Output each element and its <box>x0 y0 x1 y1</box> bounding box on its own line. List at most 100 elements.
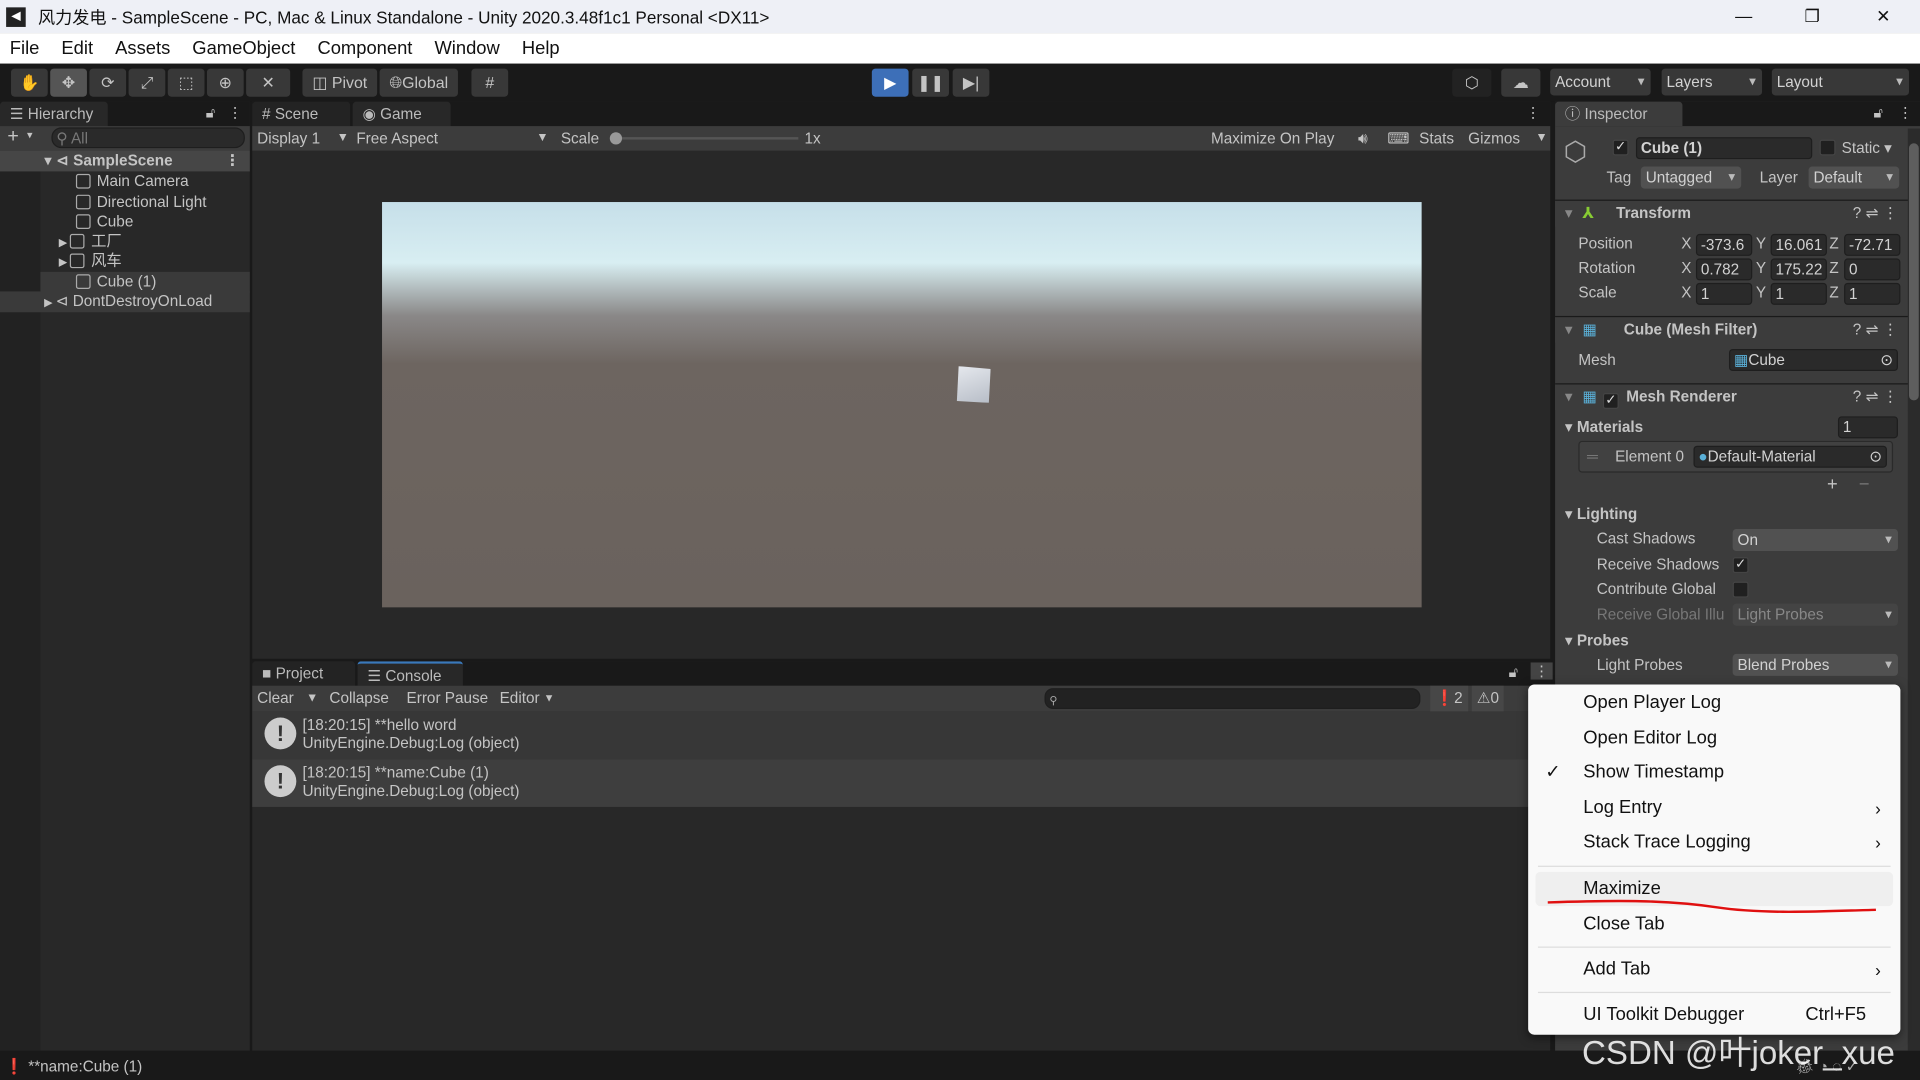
cast-shadows-dropdown[interactable]: On <box>1733 529 1898 551</box>
inspector-scrollbar[interactable] <box>1908 129 1920 1051</box>
scale-y-input[interactable]: 1 <box>1771 283 1827 305</box>
hierarchy-search-input[interactable]: ⚲ All <box>51 127 244 148</box>
expand-arrow-icon[interactable]: ▶ <box>59 236 71 248</box>
more-options-icon[interactable]: ⋮ <box>225 151 240 172</box>
rect-tool-icon[interactable]: ⬚ <box>168 69 205 97</box>
more-options-icon[interactable]: ⋮ <box>1898 104 1913 121</box>
z-axis-label[interactable]: Z <box>1829 233 1838 255</box>
menu-gameobject[interactable]: GameObject <box>192 38 295 59</box>
scrollbar-thumb[interactable] <box>1909 143 1919 400</box>
gizmos-toggle[interactable]: Gizmos <box>1468 126 1520 150</box>
step-button[interactable]: ▶| <box>953 69 990 97</box>
enabled-checkbox[interactable]: ✓ <box>1603 393 1619 409</box>
menu-file[interactable]: File <box>10 38 40 59</box>
menu-item-log-entry[interactable]: Log Entry› <box>1528 791 1900 825</box>
tab-inspector[interactable]: ⓘ Inspector <box>1555 102 1682 126</box>
console-entry[interactable]: ! [18:20:15] **hello wordUnityEngine.Deb… <box>252 711 1550 759</box>
tab-hierarchy[interactable]: ☰ Hierarchy <box>0 102 108 126</box>
maximize-on-play-toggle[interactable]: Maximize On Play <box>1211 126 1334 150</box>
chevron-down-icon[interactable]: ▾ <box>27 129 33 142</box>
probes-foldout[interactable]: ▾ Probes <box>1565 629 1629 651</box>
move-tool-icon[interactable]: ✥ <box>50 69 87 97</box>
game-viewport[interactable] <box>382 202 1422 607</box>
pivot-button[interactable]: ◫ Pivot <box>302 69 377 97</box>
rotation-z-input[interactable]: 0 <box>1844 258 1900 280</box>
tree-item-cube-1[interactable]: Cube (1) <box>40 272 249 293</box>
tree-item-dontdestroyonload[interactable]: ▶ ⊲ DontDestroyOnLoad <box>0 291 250 312</box>
custom-tool-icon[interactable]: ✕ <box>246 69 290 97</box>
menu-item-open-player-log[interactable]: Open Player Log <box>1528 686 1900 720</box>
restore-button[interactable]: ❐ <box>1778 0 1847 33</box>
pause-button[interactable]: ❚❚ <box>912 69 949 97</box>
tree-item-main-camera[interactable]: Main Camera <box>76 171 189 192</box>
console-search-input[interactable]: ⚲ <box>1044 688 1420 709</box>
menu-item-add-tab[interactable]: Add Tab› <box>1528 953 1900 987</box>
rotate-tool-icon[interactable]: ⟳ <box>89 69 126 97</box>
chevron-down-icon[interactable]: ▼ <box>1536 126 1548 150</box>
menu-window[interactable]: Window <box>434 38 499 59</box>
keyboard-icon[interactable]: ⌨ <box>1387 126 1409 150</box>
expand-arrow-icon[interactable]: ▶ <box>59 256 71 268</box>
x-axis-label[interactable]: X <box>1681 257 1691 279</box>
tree-item-cube[interactable]: Cube <box>76 212 133 233</box>
cloud-icon[interactable]: ☁ <box>1501 69 1540 97</box>
layer-dropdown[interactable]: Default <box>1809 167 1900 189</box>
tab-game[interactable]: ◉ Game <box>353 102 451 126</box>
lock-icon[interactable]: 🔓︎ <box>1873 104 1883 122</box>
add-button[interactable]: + <box>7 126 18 148</box>
remove-element-button[interactable]: − <box>1859 474 1870 496</box>
clear-options-dropdown[interactable]: ▼ <box>306 686 318 712</box>
menu-item-open-editor-log[interactable]: Open Editor Log <box>1528 721 1900 755</box>
mesh-filter-header[interactable]: ▾▦Cube (Mesh Filter)? ⇌ ⋮ <box>1555 316 1910 343</box>
add-element-button[interactable]: + <box>1827 474 1838 496</box>
static-checkbox[interactable] <box>1820 140 1836 156</box>
rotation-x-input[interactable]: 0.782 <box>1696 258 1752 280</box>
mesh-renderer-header[interactable]: ▾▦✓Mesh Renderer? ⇌ ⋮ <box>1555 383 1910 410</box>
transform-tool-icon[interactable]: ⊕ <box>207 69 244 97</box>
object-picker-icon[interactable]: ⊙ <box>1869 447 1882 467</box>
tree-item-samplescene[interactable]: ▾ ⊲ SampleScene⋮ <box>0 151 250 172</box>
rotation-y-input[interactable]: 175.22 <box>1771 258 1827 280</box>
scale-z-input[interactable]: 1 <box>1844 283 1900 305</box>
more-options-icon[interactable]: ⋮ <box>1526 104 1541 121</box>
menu-help[interactable]: Help <box>522 38 560 59</box>
menu-edit[interactable]: Edit <box>61 38 93 59</box>
light-probes-dropdown[interactable]: Blend Probes <box>1733 654 1898 676</box>
log-filter-toggle[interactable]: ❗2 <box>1430 686 1467 712</box>
position-z-input[interactable]: -72.71 <box>1844 234 1900 256</box>
tree-item-windmill[interactable]: ▶ 风车 <box>59 251 122 272</box>
y-axis-label[interactable]: Y <box>1756 282 1766 304</box>
materials-count-input[interactable]: 1 <box>1838 416 1898 438</box>
account-dropdown[interactable]: Account <box>1550 69 1650 96</box>
menu-item-show-timestamp[interactable]: ✓Show Timestamp <box>1528 756 1900 790</box>
editor-dropdown[interactable]: Editor <box>500 686 540 712</box>
contribute-global-checkbox[interactable] <box>1733 582 1749 598</box>
scale-x-input[interactable]: 1 <box>1696 283 1752 305</box>
position-x-input[interactable]: -373.6 <box>1696 234 1752 256</box>
component-actions-icon[interactable]: ? ⇌ ⋮ <box>1853 317 1898 343</box>
layers-dropdown[interactable]: Layers <box>1662 69 1762 96</box>
menu-item-stack-trace-logging[interactable]: Stack Trace Logging› <box>1528 825 1900 859</box>
object-picker-icon[interactable]: ⊙ <box>1880 350 1893 370</box>
tab-console[interactable]: ☰ Console <box>358 661 463 685</box>
warning-filter-toggle[interactable]: ⚠0 <box>1472 686 1504 712</box>
scale-tool-icon[interactable]: ⤢ <box>129 69 166 97</box>
more-options-icon[interactable]: ⋮ <box>1531 662 1553 679</box>
minimize-button[interactable]: — <box>1709 0 1778 33</box>
grid-snap-icon[interactable]: # <box>471 69 508 97</box>
component-actions-icon[interactable]: ? ⇌ ⋮ <box>1853 384 1898 410</box>
collapse-toggle[interactable]: Collapse <box>329 686 389 712</box>
global-button[interactable]: 🌐︎Global <box>380 69 458 97</box>
mute-audio-icon[interactable]: 🔊︎ <box>1358 126 1368 150</box>
tree-item-directional-light[interactable]: Directional Light <box>76 192 207 213</box>
tab-project[interactable]: ■ Project <box>252 661 355 685</box>
expand-arrow-icon[interactable]: ▶ <box>44 296 56 308</box>
drag-handle-icon[interactable]: ═ <box>1587 446 1598 468</box>
transform-header[interactable]: ▾⅄Transform? ⇌ ⋮ <box>1555 200 1910 227</box>
material-field[interactable]: ●Default-Material⊙ <box>1693 446 1886 468</box>
aspect-dropdown[interactable]: Free Aspect <box>356 126 438 150</box>
menu-item-close-tab[interactable]: Close Tab <box>1528 907 1900 941</box>
status-message[interactable]: **name:Cube (1) <box>28 1058 142 1075</box>
close-button[interactable]: ✕ <box>1849 0 1918 33</box>
component-actions-icon[interactable]: ? ⇌ ⋮ <box>1853 201 1898 227</box>
